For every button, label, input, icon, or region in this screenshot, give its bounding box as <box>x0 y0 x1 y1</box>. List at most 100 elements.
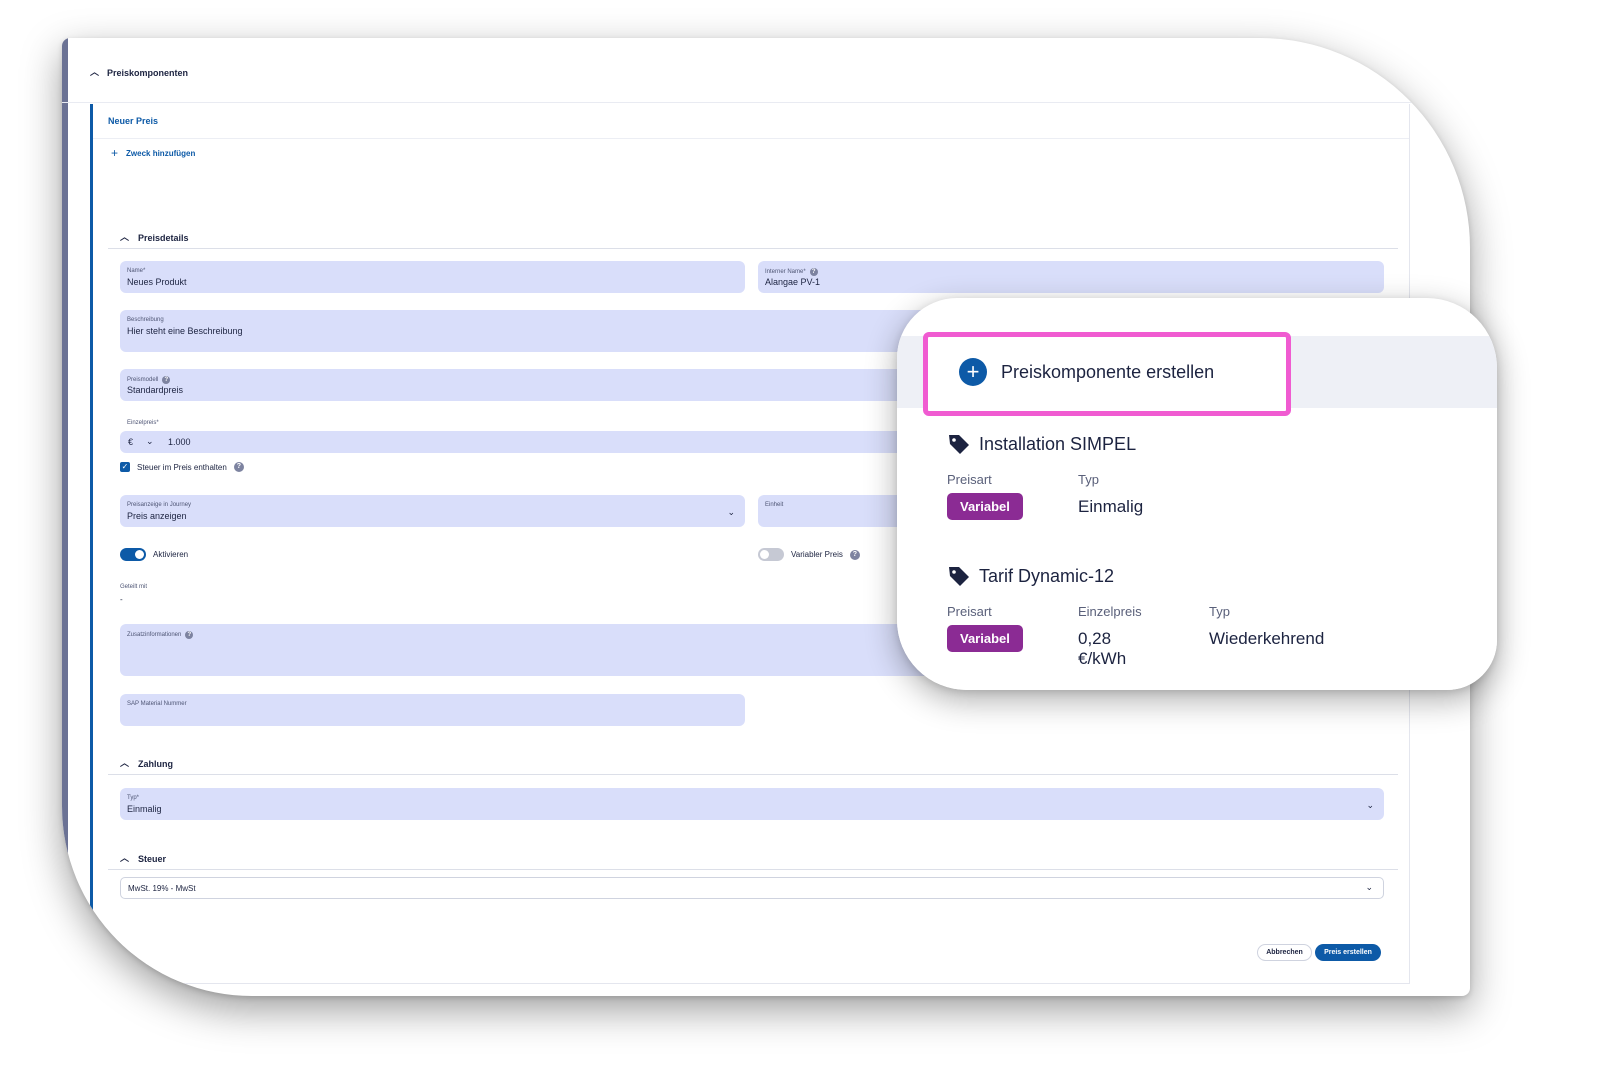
price-type-label: Preisart <box>947 472 992 487</box>
create-component-label: Preiskomponente erstellen <box>1001 361 1215 382</box>
tax-included-row[interactable]: ✓ Steuer im Preis enthalten ? <box>120 462 244 472</box>
component-item[interactable]: Tarif Dynamic-12 Preisart Variabel Einze… <box>947 564 1324 668</box>
price-display-value: Preis anzeigen <box>127 511 187 521</box>
sap-number-label: SAP Material Nummer <box>127 701 187 707</box>
name-value: Neues Produkt <box>127 277 187 287</box>
divider <box>108 248 1398 249</box>
chevron-down-icon[interactable]: ⌄ <box>146 436 154 447</box>
unit-price-label: Einzelpreis* <box>127 420 159 426</box>
divider <box>108 774 1398 775</box>
divider <box>62 102 1470 103</box>
left-edge-bar <box>62 38 68 996</box>
activate-label: Aktivieren <box>153 550 189 559</box>
price-model-label-row: Preismodell ? <box>127 376 171 384</box>
chevron-down-icon: ⌄ <box>1366 800 1374 810</box>
create-component-button[interactable]: + Preiskomponente erstellen <box>959 358 1214 386</box>
component-details: Preisart Variabel Einzelpreis 0,28 €/kWh… <box>947 604 1324 668</box>
divider <box>93 138 1409 139</box>
tax-value: MwSt. 19% - MwSt <box>128 884 196 893</box>
add-purpose-label: Zweck hinzufügen <box>126 148 196 158</box>
name-field[interactable]: Name* Neues Produkt <box>120 261 745 293</box>
payment-type-value: Einmalig <box>127 804 162 814</box>
plus-icon: + <box>111 146 119 160</box>
tax-select[interactable]: MwSt. 19% - MwSt ⌄ <box>120 877 1384 899</box>
price-tag-icon <box>949 567 969 586</box>
type-col: Typ Einmalig <box>1078 472 1143 517</box>
unit-price-col: Einzelpreis 0,28 €/kWh <box>1078 604 1142 669</box>
tax-included-label: Steuer im Preis enthalten <box>137 462 227 472</box>
steuer-header[interactable]: ︿ Steuer <box>120 852 166 865</box>
component-name: Tarif Dynamic-12 <box>979 565 1115 586</box>
help-icon[interactable]: ? <box>162 376 171 384</box>
price-type-badge: Variabel <box>947 493 1023 520</box>
price-type-col: Preisart Variabel <box>947 472 1023 520</box>
type-value: Einmalig <box>1078 497 1144 516</box>
shared-with-value: - <box>120 595 123 604</box>
description-label: Beschreibung <box>127 317 164 323</box>
payment-type-select[interactable]: Typ* Einmalig ⌄ <box>120 788 1384 820</box>
unit-price-label: Einzelpreis <box>1078 604 1142 619</box>
steuer-title: Steuer <box>138 853 167 864</box>
help-icon[interactable]: ? <box>809 268 818 276</box>
help-icon[interactable]: ? <box>849 549 860 560</box>
currency-select[interactable]: € <box>128 437 133 447</box>
unit-price-value: 0,28 €/kWh <box>1078 629 1127 668</box>
add-purpose-link[interactable]: + Zweck hinzufügen <box>111 146 195 160</box>
variable-price-toggle[interactable] <box>758 548 784 561</box>
internal-name-label-row: Interner Name* ? <box>765 268 818 276</box>
price-type-col: Preisart Variabel <box>947 604 1023 652</box>
chevron-down-icon: ⌄ <box>1365 882 1373 892</box>
description-value: Hier steht eine Beschreibung <box>127 326 243 336</box>
type-value: Wiederkehrend <box>1209 629 1325 648</box>
component-title-row: Tarif Dynamic-12 <box>947 564 1114 588</box>
component-title-row: Installation SIMPEL <box>947 432 1136 456</box>
additional-info-label: Zusatzinformationen <box>127 632 182 638</box>
preiskomponenten-title: Preiskomponenten <box>107 67 189 78</box>
zahlung-header[interactable]: ︿ Zahlung <box>120 757 173 770</box>
create-price-button[interactable]: Preis erstellen <box>1315 944 1381 961</box>
chevron-down-icon: ⌄ <box>727 507 735 517</box>
component-item[interactable]: Installation SIMPEL Preisart Variabel Ty… <box>947 432 1143 532</box>
plus-circle-icon: + <box>959 358 987 386</box>
variable-price-label: Variabler Preis <box>791 550 843 559</box>
help-icon[interactable]: ? <box>185 631 194 639</box>
shared-with-label: Geteilt mit <box>120 584 148 590</box>
price-type-badge: Variabel <box>947 625 1023 652</box>
zoomed-components-card: + Preiskomponente erstellen Installation… <box>897 298 1497 690</box>
component-name: Installation SIMPEL <box>979 433 1137 454</box>
preisdetails-header[interactable]: ︿ Preisdetails <box>120 231 189 244</box>
preiskomponenten-header[interactable]: ︿ Preiskomponenten <box>90 66 188 79</box>
internal-name-field[interactable]: Interner Name* ? Alangae PV-1 <box>758 261 1384 293</box>
additional-info-label-row: Zusatzinformationen ? <box>127 631 194 639</box>
variable-price-row[interactable]: Variabler Preis ? <box>758 548 860 561</box>
component-details: Preisart Variabel Typ Einmalig <box>947 472 1143 532</box>
activate-row[interactable]: Aktivieren <box>120 548 188 561</box>
unit-label: Einheit <box>765 502 784 508</box>
type-label: Typ <box>1078 472 1099 487</box>
payment-type-label: Typ* <box>127 795 140 801</box>
price-display-label: Preisanzeige in Journey <box>127 502 192 508</box>
divider <box>108 869 1398 870</box>
chevron-up-icon: ︿ <box>120 853 130 863</box>
chevron-up-icon: ︿ <box>120 758 130 768</box>
panel-title: Neuer Preis <box>108 116 159 126</box>
internal-name-value: Alangae PV-1 <box>765 277 821 287</box>
type-col: Typ Wiederkehrend <box>1209 604 1324 649</box>
help-icon[interactable]: ? <box>233 462 244 472</box>
internal-name-label: Interner Name* <box>765 269 806 275</box>
cancel-button[interactable]: Abbrechen <box>1257 944 1312 961</box>
unit-price-value: 1.000 <box>168 437 191 447</box>
chevron-up-icon: ︿ <box>120 232 130 242</box>
price-display-select[interactable]: Preisanzeige in Journey Preis anzeigen ⌄ <box>120 495 745 527</box>
activate-toggle[interactable] <box>120 548 146 561</box>
price-model-label: Preismodell <box>127 377 159 383</box>
type-label: Typ <box>1209 604 1230 619</box>
zahlung-title: Zahlung <box>138 758 174 769</box>
preisdetails-title: Preisdetails <box>138 232 189 243</box>
price-type-label: Preisart <box>947 604 992 619</box>
sap-number-field[interactable]: SAP Material Nummer <box>120 694 745 726</box>
price-model-value: Standardpreis <box>127 385 184 395</box>
price-tag-icon <box>949 435 969 454</box>
name-label: Name* <box>127 268 146 274</box>
tax-included-checkbox[interactable]: ✓ <box>120 462 130 472</box>
